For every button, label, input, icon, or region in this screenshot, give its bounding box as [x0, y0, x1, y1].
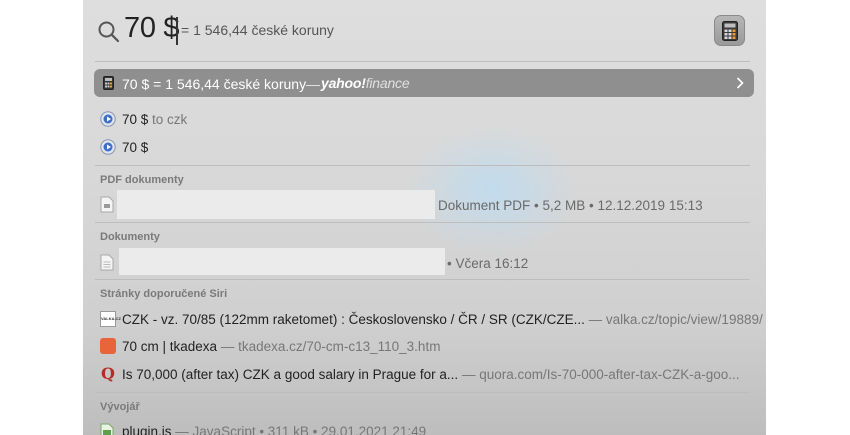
pdf-result-meta: Dokument PDF • 5,2 MB • 12.12.2019 15:13 [438, 198, 703, 213]
chevron-right-icon [736, 77, 744, 89]
inline-conversion-result: = 1 546,44 české koruny [181, 22, 334, 38]
search-icon [98, 21, 120, 43]
calculator-icon [103, 76, 114, 90]
section-divider [95, 165, 750, 166]
redacted-filename [117, 190, 435, 219]
top-hit-label: 70 $ = 1 546,44 české koruny [122, 76, 307, 92]
document-file-icon [100, 254, 114, 271]
safari-search-icon [100, 111, 116, 127]
tkadexa-favicon [100, 338, 116, 354]
section-title-pdf: PDF dokumenty [100, 174, 184, 186]
quora-favicon: Q [101, 364, 115, 383]
search-bar[interactable]: 70 $ = 1 546,44 české koruny [83, 0, 766, 62]
section-title-developer: Vývojář [100, 401, 140, 413]
valka-favicon: VALKA.CZ [100, 311, 121, 327]
safari-search-icon [100, 139, 116, 155]
document-result-meta: • Včera 16:12 [447, 256, 529, 271]
spotlight-panel: 70 $ = 1 546,44 české koruny 70 $ = 1 54… [83, 0, 766, 435]
yahoo-finance-logo: yahoo!finance [321, 75, 410, 91]
section-title-documents: Dokumenty [100, 231, 160, 243]
calculator-icon [722, 21, 738, 41]
section-divider [95, 392, 750, 393]
text-caret [176, 17, 178, 45]
redacted-filename [119, 248, 445, 275]
pdf-file-icon [100, 196, 114, 213]
top-hit-separator: — [306, 76, 320, 92]
calculator-button[interactable] [714, 15, 745, 46]
search-divider [95, 61, 750, 62]
top-hit-conversion[interactable]: 70 $ = 1 546,44 české koruny — yahoo!fin… [94, 69, 754, 97]
javascript-file-icon [100, 423, 114, 435]
section-title-siri-websites: Stránky doporučené Siri [100, 288, 228, 300]
search-query[interactable]: 70 $ [124, 12, 180, 45]
section-divider [95, 222, 750, 223]
section-divider [95, 279, 750, 280]
